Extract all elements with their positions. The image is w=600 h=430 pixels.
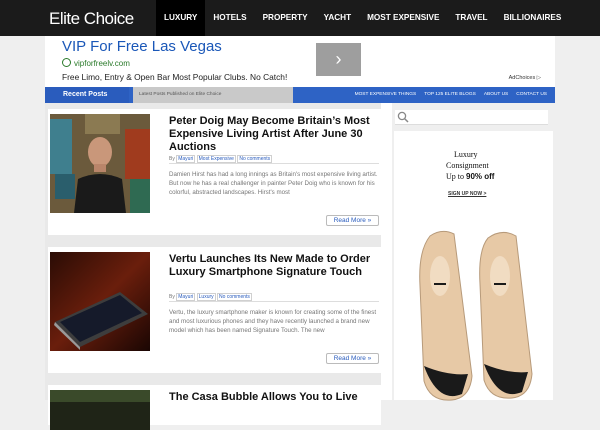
nav-property[interactable]: PROPERTY [255,0,316,36]
post-thumbnail[interactable] [50,390,150,430]
post-meta: By Mayuri Most Expensive No comments [169,155,379,164]
adchoices-icon: ▷ [536,75,541,81]
post-category[interactable]: Luxury [196,293,216,301]
post-comments[interactable]: No comments [217,293,252,301]
post-item: The Casa Bubble Allows You to Live [48,385,381,430]
post-comments[interactable]: No comments [237,155,273,163]
post-item: Vertu Launches Its New Made to Order Lux… [48,247,381,373]
sign-up-link[interactable]: SIGN UP NOW > [448,191,486,197]
chevron-right-icon: › [335,49,342,69]
post-thumbnail[interactable] [50,252,150,351]
sidebar-ad-discount: 90% off [466,172,495,181]
search-icon [397,111,409,123]
post-meta: By Mayuri Luxury No comments [169,293,379,302]
nav-most-expensive[interactable]: MOST EXPENSIVE [359,0,447,36]
post-title[interactable]: Vertu Launches Its New Made to Order Lux… [169,253,379,279]
ad-description: Free Limo, Entry & Open Bar Most Popular… [62,72,288,82]
post-list: Peter Doig May Become Britain’s Most Exp… [45,103,381,430]
ad-arrow-button[interactable]: › [316,43,361,76]
top-nav-bar: Elite Choice LUXURY HOTELS PROPERTY YACH… [0,0,600,36]
meta-by: By [169,156,175,162]
link-most-expensive-things[interactable]: MOST EXPENSIVE THINGS [351,87,421,103]
sidebar: Luxury Consignment Up to 90% off SIGN UP… [392,103,555,401]
post-thumbnail[interactable] [50,114,150,213]
post-author[interactable]: Mayuri [176,155,196,163]
nav-luxury[interactable]: LUXURY [156,0,206,36]
adchoices-text: AdChoices [508,75,536,81]
adchoices-label[interactable]: AdChoices ▷ [509,75,541,81]
section-links: MOST EXPENSIVE THINGS TOP 125 ELITE BLOG… [351,87,551,103]
sidebar-ad-prefix: Up to [446,172,464,181]
post-title[interactable]: The Casa Bubble Allows You to Live [169,391,379,404]
sidebar-ad-line3: Up to 90% off [446,172,494,181]
ad-url[interactable]: vipforfreelv.com [62,58,130,68]
sidebar-ad[interactable]: Luxury Consignment Up to 90% off SIGN UP… [394,131,553,401]
page-container: VIP For Free Las Vegas vipforfreelv.com … [45,36,555,430]
ad-url-text: vipforfreelv.com [74,59,130,68]
site-logo[interactable]: Elite Choice [49,9,134,29]
ad-title[interactable]: VIP For Free Las Vegas [62,38,222,55]
banner-ad[interactable]: VIP For Free Las Vegas vipforfreelv.com … [45,36,555,86]
post-item: Peter Doig May Become Britain’s Most Exp… [48,109,381,235]
link-top-125-elite-blogs[interactable]: TOP 125 ELITE BLOGS [420,87,480,103]
nav-travel[interactable]: TRAVEL [447,0,495,36]
post-category[interactable]: Most Expensive [196,155,236,163]
search-input[interactable] [395,110,548,125]
nav-hotels[interactable]: HOTELS [205,0,254,36]
sidebar-ad-line2: Consignment [446,161,489,170]
meta-by: By [169,294,175,300]
shoes-image [419,230,533,401]
read-more-button[interactable]: Read More » [326,353,379,364]
post-excerpt: Vertu, the luxury smartphone maker is kn… [169,309,377,334]
sidebar-ad-line1: Luxury [454,150,478,159]
link-contact-us[interactable]: CONTACT US [512,87,551,103]
nav-billionaires[interactable]: BILLIONAIRES [496,0,570,36]
section-subtitle: Latest Posts Published on Elite Choice [133,87,293,103]
main-nav: LUXURY HOTELS PROPERTY YACHT MOST EXPENS… [156,0,569,36]
post-title[interactable]: Peter Doig May Become Britain’s Most Exp… [169,115,379,154]
post-author[interactable]: Mayuri [176,293,196,301]
section-bar: Recent Posts Latest Posts Published on E… [45,87,555,103]
location-icon [62,58,71,67]
recent-posts-label: Recent Posts [45,87,129,103]
nav-yacht[interactable]: YACHT [316,0,359,36]
link-about-us[interactable]: ABOUT US [480,87,512,103]
post-excerpt: Damien Hirst has had a long innings as B… [169,171,378,196]
read-more-button[interactable]: Read More » [326,215,379,226]
